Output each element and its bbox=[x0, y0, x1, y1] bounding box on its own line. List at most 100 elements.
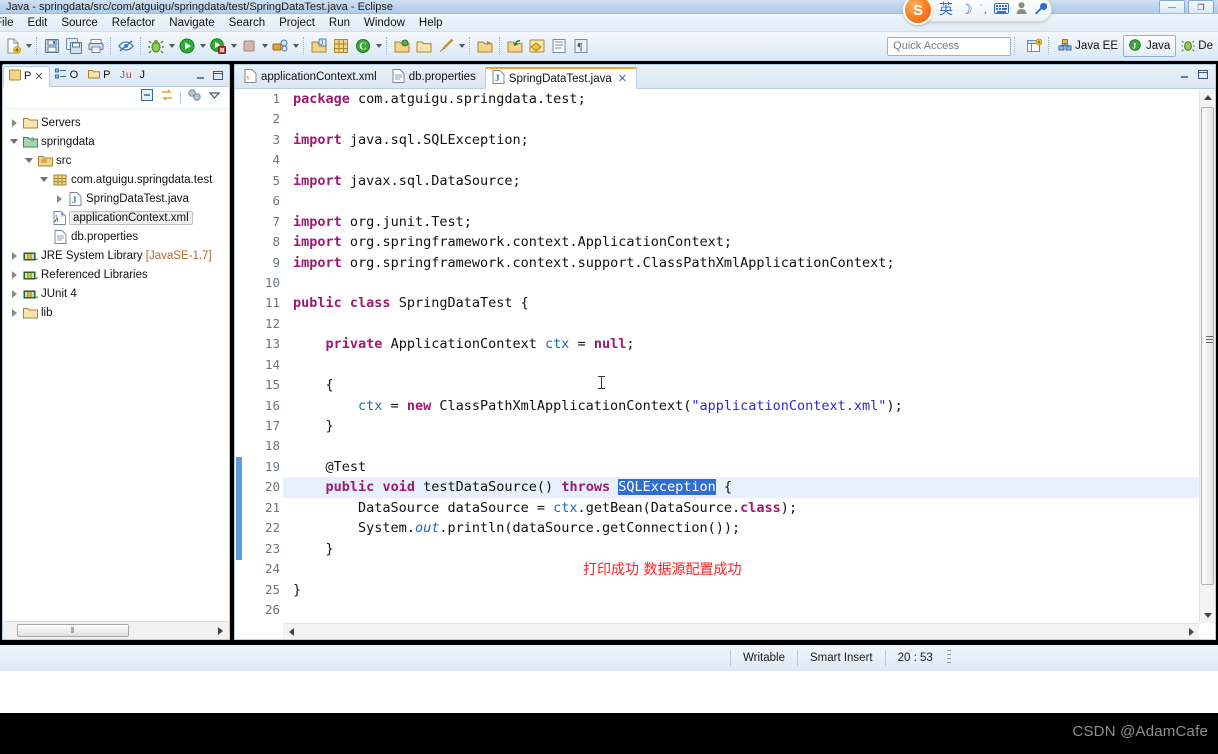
maximize-icon[interactable] bbox=[1196, 67, 1209, 85]
external-tools-icon[interactable] bbox=[270, 36, 290, 56]
save-icon[interactable] bbox=[42, 36, 62, 56]
editor-vertical-scrollbar[interactable] bbox=[1199, 89, 1215, 623]
perspective-java-ee[interactable]: Java EE bbox=[1053, 35, 1123, 57]
new-dropdown-arrow[interactable] bbox=[24, 36, 33, 56]
code-line[interactable] bbox=[293, 109, 1215, 129]
debug-dropdown-arrow[interactable] bbox=[167, 36, 176, 56]
scrollbar-thumb[interactable]: ⦀ bbox=[17, 624, 129, 637]
search-dropdown-arrow[interactable] bbox=[457, 36, 466, 56]
editor-tab-applicationcontext-xml[interactable]: x applicationContext.xml bbox=[238, 66, 386, 88]
code-line[interactable]: @Test bbox=[293, 457, 1215, 477]
code-line[interactable] bbox=[293, 314, 1215, 334]
code-area[interactable]: package com.atguigu.springdata.test; impo… bbox=[283, 89, 1215, 639]
code-line[interactable]: { bbox=[293, 375, 1215, 395]
back-icon[interactable] bbox=[505, 36, 525, 56]
tree-item[interactable]: JUnit 4 bbox=[3, 284, 229, 303]
last-edit-location-icon[interactable] bbox=[475, 36, 495, 56]
menu-help[interactable]: Help bbox=[412, 16, 450, 30]
code-line[interactable]: } bbox=[293, 580, 1215, 600]
coverage-dropdown-arrow[interactable] bbox=[229, 36, 238, 56]
coverage-icon[interactable] bbox=[208, 36, 228, 56]
stop-icon[interactable] bbox=[239, 36, 259, 56]
scroll-up-icon[interactable] bbox=[1200, 89, 1216, 105]
menu-window[interactable]: Window bbox=[357, 16, 412, 30]
ime-mode-label[interactable]: 英 bbox=[939, 2, 953, 16]
run-icon[interactable] bbox=[177, 36, 197, 56]
run-dropdown-arrow[interactable] bbox=[198, 36, 207, 56]
tree-item[interactable]: JRE System Library [JavaSE-1.7] bbox=[3, 246, 229, 265]
code-line[interactable]: import java.sql.SQLException; bbox=[293, 130, 1215, 150]
code-line[interactable]: import org.springframework.context.suppo… bbox=[293, 253, 1215, 273]
tree-item[interactable]: com.atguigu.springdata.test bbox=[3, 170, 229, 189]
wrench-icon[interactable] bbox=[1034, 2, 1048, 17]
status-resize-grip[interactable] bbox=[946, 650, 951, 666]
scrollbar-thumb[interactable] bbox=[1201, 107, 1214, 585]
punctuation-icon[interactable]: ˙, bbox=[980, 3, 987, 15]
code-line[interactable]: import javax.sql.DataSource; bbox=[293, 171, 1215, 191]
minimize-icon[interactable] bbox=[194, 68, 207, 86]
toggle-breadcrumb-icon[interactable] bbox=[527, 36, 547, 56]
new-class-dropdown-arrow[interactable] bbox=[374, 36, 383, 56]
code-line[interactable]: package com.atguigu.springdata.test; bbox=[293, 89, 1215, 109]
editor-tab-db-properties[interactable]: db.properties bbox=[386, 66, 485, 88]
code-line[interactable]: import org.springframework.context.Appli… bbox=[293, 232, 1215, 252]
scroll-right-icon[interactable] bbox=[1183, 624, 1199, 640]
code-line[interactable]: } bbox=[293, 539, 1215, 559]
tree-twisty-icon[interactable] bbox=[7, 139, 21, 144]
editor-tab-springdatatest-java[interactable]: J SpringDataTest.java ✕ bbox=[484, 67, 637, 89]
menu-file[interactable]: File bbox=[0, 16, 21, 30]
new-package-icon[interactable] bbox=[331, 36, 351, 56]
debug-icon[interactable] bbox=[146, 36, 166, 56]
new-class-icon[interactable]: C bbox=[353, 36, 373, 56]
code-line[interactable] bbox=[293, 559, 1215, 579]
code-line[interactable] bbox=[293, 273, 1215, 293]
scroll-left-icon[interactable] bbox=[283, 624, 299, 640]
explorer-horizontal-scrollbar[interactable]: ⦀ bbox=[3, 621, 229, 639]
scroll-down-icon[interactable] bbox=[1200, 607, 1216, 623]
close-icon[interactable]: ✕ bbox=[618, 72, 627, 85]
tree-item[interactable]: src bbox=[3, 151, 229, 170]
stop-dropdown-arrow[interactable] bbox=[260, 36, 269, 56]
new-java-project-icon[interactable]: J bbox=[309, 36, 329, 56]
open-task-icon[interactable] bbox=[414, 36, 434, 56]
menu-refactor[interactable]: Refactor bbox=[105, 16, 162, 30]
code-line[interactable]: import org.junit.Test; bbox=[293, 212, 1215, 232]
perspective-debug[interactable]: De bbox=[1176, 35, 1218, 57]
tree-twisty-icon[interactable] bbox=[52, 195, 66, 203]
code-line[interactable] bbox=[293, 436, 1215, 456]
editor-horizontal-scrollbar[interactable] bbox=[283, 623, 1199, 639]
code-line[interactable]: } bbox=[293, 416, 1215, 436]
moon-icon[interactable]: ☽ bbox=[960, 2, 973, 16]
menu-navigate[interactable]: Navigate bbox=[162, 16, 221, 30]
filter-icon[interactable] bbox=[187, 88, 202, 107]
tree-twisty-icon[interactable] bbox=[7, 290, 21, 298]
restore-button[interactable]: ❐ bbox=[1188, 0, 1214, 13]
menu-edit[interactable]: Edit bbox=[21, 16, 55, 30]
menu-run[interactable]: Run bbox=[322, 16, 357, 30]
tree-twisty-icon[interactable] bbox=[7, 119, 21, 127]
menu-project[interactable]: Project bbox=[272, 16, 322, 30]
code-line[interactable]: public class SpringDataTest { bbox=[293, 293, 1215, 313]
code-line[interactable]: private ApplicationContext ctx = null; bbox=[293, 334, 1215, 354]
code-line[interactable]: DataSource dataSource = ctx.getBean(Data… bbox=[293, 498, 1215, 518]
sogou-ime-toolbar[interactable]: S 英 ☽ ˙, bbox=[903, 0, 1052, 25]
save-all-icon[interactable] bbox=[64, 36, 84, 56]
quick-access-input[interactable]: Quick Access bbox=[887, 36, 1012, 56]
tree-item[interactable]: λ SapplicationContext.xml bbox=[3, 208, 229, 227]
open-perspective-icon[interactable] bbox=[1024, 36, 1044, 56]
close-icon[interactable]: ✕ bbox=[34, 70, 43, 83]
tab-project-explorer[interactable]: P bbox=[83, 65, 115, 86]
tree-twisty-icon[interactable] bbox=[37, 177, 51, 182]
tree-twisty-icon[interactable] bbox=[7, 309, 21, 317]
code-line[interactable]: ctx = new ClassPathXmlApplicationContext… bbox=[293, 396, 1215, 416]
tree-twisty-icon[interactable] bbox=[7, 252, 21, 260]
open-type-icon[interactable] bbox=[392, 36, 412, 56]
scroll-right-icon[interactable] bbox=[218, 626, 223, 635]
tree-twisty-icon[interactable] bbox=[22, 158, 36, 163]
tree-item[interactable]: Servers bbox=[3, 113, 229, 132]
print-icon[interactable] bbox=[86, 36, 106, 56]
minimize-button[interactable]: — bbox=[1159, 0, 1185, 13]
show-whitespace-icon[interactable] bbox=[549, 36, 569, 56]
link-with-editor-icon[interactable] bbox=[160, 88, 174, 107]
collapse-all-icon[interactable] bbox=[140, 88, 154, 107]
